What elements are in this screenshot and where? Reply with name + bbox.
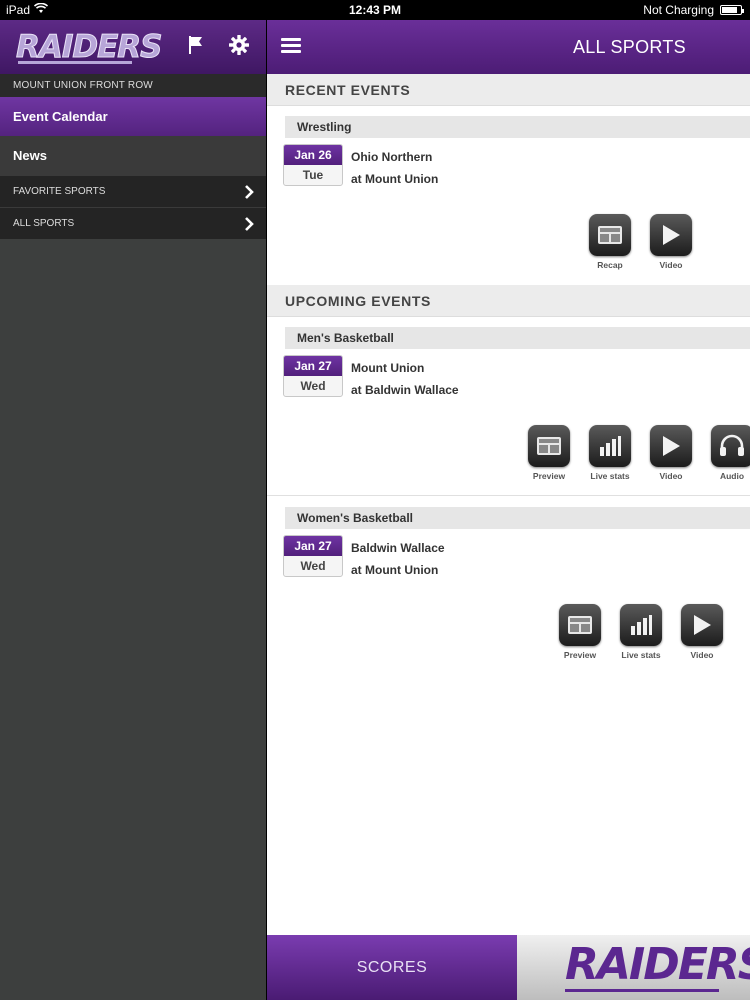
sidebar: RAIDERS MOUNT UNION FRONT ROW Event Cale…	[0, 20, 266, 1000]
action-label: Audio	[719, 471, 745, 481]
event-team-away: at Mount Union	[351, 172, 439, 186]
preview-button[interactable]: Preview	[558, 604, 602, 660]
audio-button[interactable]: Audio	[710, 425, 750, 481]
flag-icon[interactable]	[186, 34, 206, 56]
sidebar-item-event-calendar[interactable]: Event Calendar	[0, 97, 266, 136]
video-button[interactable]: Video	[649, 214, 693, 270]
bottom-bar: SCORES RAIDERS	[267, 935, 750, 1000]
event-card: Men's Basketball Jan 27 Wed Mount Union …	[267, 317, 750, 495]
event-card: Women's Basketball Jan 27 Wed Baldwin Wa…	[267, 496, 750, 666]
event-day: Tue	[302, 168, 324, 182]
date-badge: Jan 27 Wed	[283, 535, 343, 577]
event-card: Wrestling Jan 26 Tue Ohio Northern at Mo…	[267, 106, 750, 285]
top-bar: ALL SPORTS	[267, 20, 750, 74]
play-icon	[663, 436, 680, 456]
event-teams: Ohio Northern at Mount Union	[351, 146, 438, 190]
recent-events-heading: RECENT EVENTS	[267, 74, 750, 106]
event-team-home: Baldwin Wallace	[351, 541, 445, 555]
page-title: ALL SPORTS	[572, 37, 686, 57]
raiders-logo: RAIDERS	[565, 939, 750, 990]
event-team-home: Mount Union	[351, 361, 425, 375]
event-sport: Men's Basketball	[285, 327, 750, 349]
event-date: Jan 27	[284, 536, 342, 556]
sidebar-row-label: FAVORITE SPORTS	[13, 186, 106, 197]
action-label: Video	[659, 471, 683, 481]
sidebar-header: RAIDERS	[0, 20, 266, 74]
event-day: Wed	[300, 559, 326, 573]
battery-icon	[720, 5, 744, 15]
gear-icon[interactable]	[228, 34, 250, 56]
bar-chart-icon	[631, 615, 652, 635]
headphones-icon	[720, 434, 744, 456]
event-teams: Baldwin Wallace at Mount Union	[351, 537, 445, 581]
sidebar-section-label: MOUNT UNION FRONT ROW	[0, 74, 266, 97]
battery-level	[722, 7, 737, 13]
scores-button[interactable]: SCORES	[267, 935, 517, 1000]
event-date: Jan 26	[284, 145, 342, 165]
bar-chart-icon	[600, 436, 621, 456]
recap-icon	[598, 226, 622, 244]
raiders-logo: RAIDERS	[16, 29, 164, 66]
action-label: Preview	[532, 471, 566, 481]
action-label: Recap	[597, 260, 623, 270]
upcoming-events-heading: UPCOMING EVENTS	[267, 285, 750, 317]
action-label: Preview	[563, 650, 597, 660]
action-label: Live stats	[621, 650, 661, 660]
action-label: Video	[659, 260, 683, 270]
live-stats-button[interactable]: Live stats	[619, 604, 663, 660]
main-panel: ALL SPORTS RECENT EVENTS Wrestling Jan 2…	[267, 20, 750, 935]
raiders-banner[interactable]: RAIDERS	[517, 935, 750, 1000]
event-team-home: Ohio Northern	[351, 150, 433, 164]
sidebar-row-label: ALL SPORTS	[13, 218, 75, 229]
preview-icon	[537, 437, 561, 455]
chevron-right-icon	[245, 217, 254, 231]
recap-button[interactable]: Recap	[588, 214, 632, 270]
preview-icon	[568, 616, 592, 634]
event-sport: Wrestling	[285, 116, 750, 138]
play-icon	[663, 225, 680, 245]
action-label: Live stats	[590, 471, 630, 481]
event-date: Jan 27	[284, 356, 342, 376]
video-button[interactable]: Video	[680, 604, 724, 660]
sidebar-row-all-sports[interactable]: ALL SPORTS	[0, 207, 266, 239]
menu-icon[interactable]	[281, 38, 301, 54]
live-stats-button[interactable]: Live stats	[588, 425, 632, 481]
sidebar-row-favorite-sports[interactable]: FAVORITE SPORTS	[0, 175, 266, 207]
chevron-right-icon	[245, 185, 254, 199]
event-teams: Mount Union at Baldwin Wallace	[351, 357, 459, 401]
sidebar-item-news[interactable]: News	[0, 136, 266, 175]
preview-button[interactable]: Preview	[527, 425, 571, 481]
event-team-away: at Baldwin Wallace	[351, 383, 459, 397]
play-icon	[694, 615, 711, 635]
date-badge: Jan 27 Wed	[283, 355, 343, 397]
status-bar: iPad 12:43 PM Not Charging	[0, 0, 750, 20]
video-button[interactable]: Video	[649, 425, 693, 481]
action-label: Video	[690, 650, 714, 660]
charging-status: Not Charging	[643, 3, 714, 17]
event-day: Wed	[300, 379, 326, 393]
event-team-away: at Mount Union	[351, 563, 439, 577]
event-sport: Women's Basketball	[285, 507, 750, 529]
date-badge: Jan 26 Tue	[283, 144, 343, 186]
clock: 12:43 PM	[348, 3, 402, 17]
